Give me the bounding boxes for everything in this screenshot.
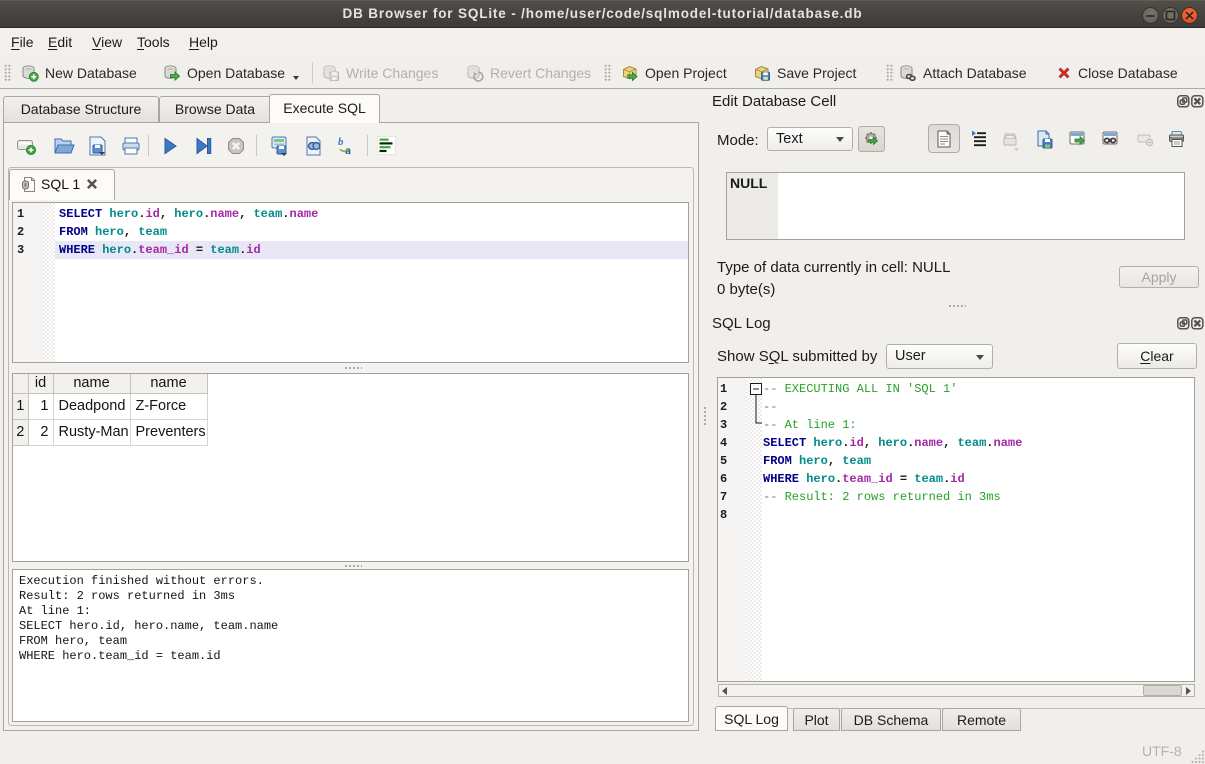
svg-text:b: b: [338, 136, 344, 148]
